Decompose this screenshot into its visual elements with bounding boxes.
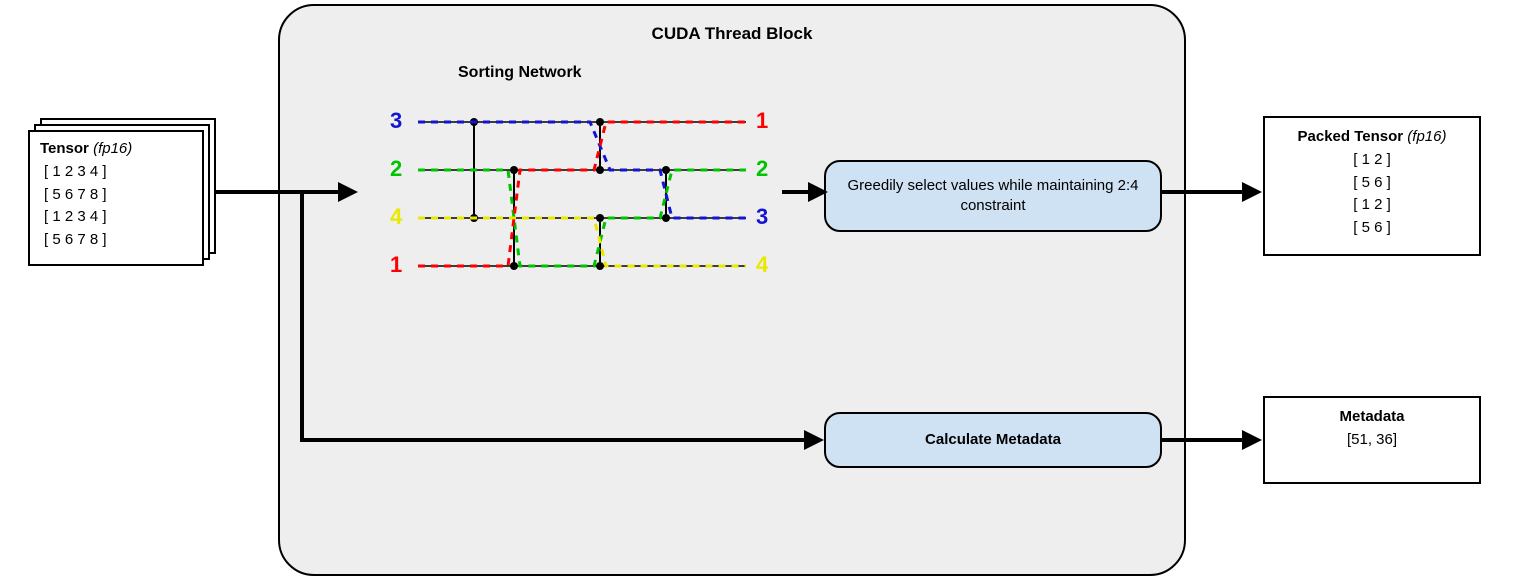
packed-title: Packed Tensor (fp16) [1277,128,1467,145]
tensor-card-front: Tensor (fp16) [ 1 2 3 4 ] [ 5 6 7 8 ] [ … [28,130,204,266]
arrow-greedy-to-packed [1162,190,1244,194]
sorting-network-diagram: 3 2 4 1 1 2 3 4 [390,92,774,292]
calculate-metadata-box: Calculate Metadata [824,412,1162,468]
packed-row: [ 5 6 ] [1277,217,1467,240]
arrow-metaproc-to-out [1162,438,1244,442]
sort-out-2: 3 [756,204,768,230]
packed-row: [ 1 2 ] [1277,149,1467,172]
tensor-row: [ 5 6 7 8 ] [44,229,202,252]
metadata-output-box: Metadata [51, 36] [1263,396,1481,484]
arrow-input-to-block [216,190,340,194]
arrow-head-icon [1242,430,1262,450]
metadata-value: [51, 36] [1277,429,1467,452]
sort-out-1: 2 [756,156,768,182]
arrow-head-icon [808,182,828,202]
packed-tensor-box: Packed Tensor (fp16) [ 1 2 ] [ 5 6 ] [ 1… [1263,116,1481,256]
packed-name: Packed Tensor [1298,128,1404,145]
metadata-title: Metadata [1277,408,1467,425]
input-tensor-stack: Tensor (fp16) [ 1 2 3 4 ] [ 5 6 7 8 ] [ … [28,118,216,266]
sort-out-0: 1 [756,108,768,134]
sort-in-2: 4 [390,204,402,230]
packed-type: (fp16) [1407,128,1446,145]
arrow-head-icon [804,430,824,450]
tensor-row: [ 5 6 7 8 ] [44,184,202,207]
sort-in-3: 1 [390,252,402,278]
sort-in-0: 3 [390,108,402,134]
tensor-name: Tensor [40,140,89,157]
arrow-head-icon [1242,182,1262,202]
packed-row: [ 5 6 ] [1277,172,1467,195]
greedy-select-box: Greedily select values while maintaining… [824,160,1162,232]
packed-row: [ 1 2 ] [1277,194,1467,217]
metadata-proc-label: Calculate Metadata [925,430,1061,450]
arrow-sort-to-greedy [782,190,810,194]
packed-rows: [ 1 2 ] [ 5 6 ] [ 1 2 ] [ 5 6 ] [1277,149,1467,239]
greedy-label: Greedily select values while maintaining… [842,176,1144,217]
tensor-row: [ 1 2 3 4 ] [44,206,202,229]
thread-block-title: CUDA Thread Block [280,24,1184,44]
flow-split-vertical [300,190,304,442]
arrow-head-icon [338,182,358,202]
tensor-rows: [ 1 2 3 4 ] [ 5 6 7 8 ] [ 1 2 3 4 ] [ 5 … [44,161,202,251]
tensor-title: Tensor (fp16) [40,140,192,157]
tensor-type: (fp16) [93,140,132,157]
sort-out-3: 4 [756,252,768,278]
sorting-network-svg [390,92,774,292]
arrow-to-metadata [300,438,806,442]
sort-in-1: 2 [390,156,402,182]
tensor-row: [ 1 2 3 4 ] [44,161,202,184]
sorting-network-label: Sorting Network [458,64,582,82]
